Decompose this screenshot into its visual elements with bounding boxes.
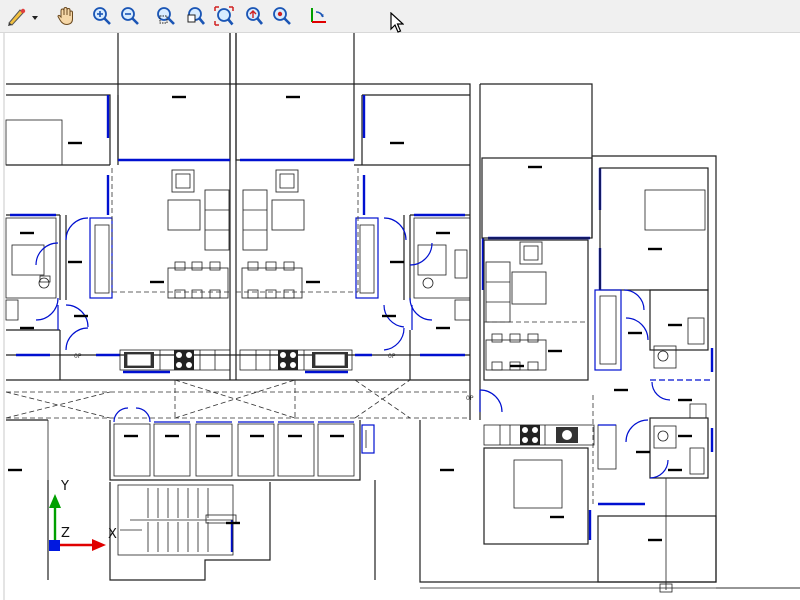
zoom-selection-button[interactable]: [270, 4, 294, 28]
drawing-canvas[interactable]: 0P 0P 0P Y X Z: [0, 33, 800, 600]
edit-pencil-dropdown-button[interactable]: [4, 4, 42, 28]
floor-plan-drawing: 0P 0P 0P Y X Z: [0, 33, 800, 600]
zoom-previous-icon: [187, 7, 206, 25]
zoom-extents-icon: [214, 6, 234, 26]
zoom-extents-button[interactable]: [212, 4, 236, 28]
zoom-window-icon: [157, 7, 175, 25]
zoom-realtime-icon: [246, 7, 264, 25]
zoom-realtime-button[interactable]: [242, 4, 266, 28]
door-label: 0P: [74, 353, 82, 360]
pan-hand-icon: [57, 6, 73, 26]
zoom-in-button[interactable]: [90, 4, 114, 28]
y-axis-label: Y: [60, 479, 69, 494]
pan-button[interactable]: [54, 4, 78, 28]
zoom-window-button[interactable]: [154, 4, 178, 28]
door-label: 0P: [388, 353, 396, 360]
door-label: 0P: [466, 395, 474, 402]
x-axis-label: X: [108, 527, 117, 542]
ucs-icon: [311, 8, 326, 23]
zoom-out-icon: [121, 7, 139, 25]
zoom-out-button[interactable]: [118, 4, 142, 28]
ucs-button[interactable]: [306, 4, 330, 28]
zoom-selection-icon: [273, 7, 291, 25]
z-axis-label: Z: [61, 526, 70, 541]
mouse-pointer-icon: [390, 12, 404, 33]
zoom-previous-button[interactable]: [184, 4, 208, 28]
zoom-in-icon: [93, 7, 111, 25]
edit-pencil-dropdown-icon: [8, 8, 38, 26]
